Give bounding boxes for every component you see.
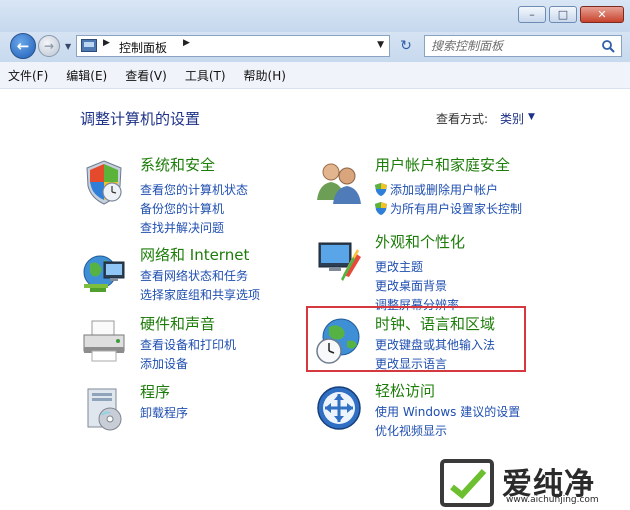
control-panel-content: 调整计算机的设置 查看方式: 类别 ▼ 系统和安全 查看您的计算机状态 备份您的…	[0, 89, 630, 510]
navigation-bar: ← → ▼ ▶ 控制面板 ▶ ▼ ↻	[0, 32, 630, 62]
address-bar[interactable]: ▶ 控制面板 ▶ ▼	[76, 35, 390, 57]
link-label[interactable]: 为所有用户设置家长控制	[390, 202, 522, 216]
minimize-button[interactable]: –	[518, 6, 546, 23]
link-label[interactable]: 添加或删除用户帐户	[390, 183, 498, 197]
category-title[interactable]: 硬件和声音	[140, 313, 215, 334]
link-parental-controls[interactable]: 为所有用户设置家长控制	[375, 200, 522, 217]
menu-tools[interactable]: 工具(T)	[185, 67, 226, 84]
link-view-computer-status[interactable]: 查看您的计算机状态	[140, 181, 248, 198]
link-view-network-status[interactable]: 查看网络状态和任务	[140, 267, 248, 284]
menu-edit[interactable]: 编辑(E)	[66, 67, 107, 84]
back-arrow-icon: ←	[16, 37, 30, 55]
search-input[interactable]	[431, 37, 591, 55]
link-add-device[interactable]: 添加设备	[140, 355, 188, 372]
close-button[interactable]: ✕	[580, 6, 624, 23]
uac-shield-icon	[375, 183, 387, 196]
menu-bar: 文件(F) 编辑(E) 查看(V) 工具(T) 帮助(H)	[0, 62, 630, 89]
link-windows-recommended-settings[interactable]: 使用 Windows 建议的设置	[375, 403, 520, 420]
category-title[interactable]: 轻松访问	[375, 380, 435, 401]
printer-icon[interactable]	[80, 317, 128, 365]
link-uninstall-program[interactable]: 卸载程序	[140, 404, 188, 421]
uac-shield-icon	[375, 202, 387, 215]
minimize-icon: –	[529, 8, 535, 21]
control-panel-icon	[81, 39, 97, 52]
link-change-desktop-background[interactable]: 更改桌面背景	[375, 277, 447, 294]
forward-button[interactable]: →	[38, 35, 60, 57]
users-icon[interactable]	[315, 158, 363, 206]
category-title[interactable]: 用户帐户和家庭安全	[375, 154, 510, 175]
ease-of-access-icon[interactable]	[315, 384, 363, 432]
view-by-dropdown-icon[interactable]: ▼	[528, 112, 535, 122]
breadcrumb-chevron-icon[interactable]: ▶	[183, 38, 190, 48]
forward-arrow-icon: →	[43, 39, 55, 53]
link-homegroup-sharing[interactable]: 选择家庭组和共享选项	[140, 286, 260, 303]
programs-icon[interactable]	[80, 385, 128, 433]
maximize-icon: □	[557, 8, 569, 21]
back-button[interactable]: ←	[10, 33, 36, 59]
link-backup-computer[interactable]: 备份您的计算机	[140, 200, 224, 217]
maximize-button[interactable]: □	[549, 6, 577, 23]
address-dropdown-icon[interactable]: ▼	[377, 40, 384, 50]
shield-icon[interactable]	[80, 158, 128, 206]
page-title: 调整计算机的设置	[80, 110, 201, 128]
network-globe-icon[interactable]	[80, 248, 128, 296]
link-optimize-video-display[interactable]: 优化视频显示	[375, 422, 447, 439]
menu-view[interactable]: 查看(V)	[125, 67, 167, 84]
link-find-fix-problems[interactable]: 查找并解决问题	[140, 219, 224, 236]
category-title[interactable]: 程序	[140, 381, 170, 402]
monitor-paint-icon[interactable]	[315, 235, 363, 283]
view-by-label: 查看方式:	[436, 112, 489, 126]
close-icon: ✕	[597, 8, 607, 21]
breadcrumb-chevron-icon[interactable]: ▶	[103, 38, 110, 48]
window-title-bar: – □ ✕	[0, 0, 630, 32]
watermark-url: www.aichunjing.com	[506, 495, 599, 505]
watermark-logo-icon	[440, 459, 494, 507]
breadcrumb-control-panel[interactable]: 控制面板	[119, 39, 167, 56]
link-add-remove-accounts[interactable]: 添加或删除用户帐户	[375, 181, 498, 198]
category-title[interactable]: 网络和 Internet	[140, 244, 249, 265]
menu-help[interactable]: 帮助(H)	[244, 67, 286, 84]
search-box[interactable]	[424, 35, 622, 57]
link-view-devices-printers[interactable]: 查看设备和打印机	[140, 336, 236, 353]
watermark: 爱纯净 www.aichunjing.com	[440, 459, 626, 507]
refresh-button[interactable]: ↻	[394, 35, 418, 57]
highlight-box	[306, 306, 526, 372]
view-by-dropdown[interactable]: 类别	[500, 110, 524, 127]
window-controls: – □ ✕	[518, 6, 624, 23]
menu-file[interactable]: 文件(F)	[8, 67, 48, 84]
category-title[interactable]: 外观和个性化	[375, 231, 465, 252]
refresh-icon: ↻	[400, 38, 412, 54]
category-title[interactable]: 系统和安全	[140, 154, 215, 175]
link-change-theme[interactable]: 更改主题	[375, 258, 423, 275]
checkmark-icon	[450, 468, 487, 500]
search-icon[interactable]	[601, 39, 615, 53]
recent-pages-dropdown-icon[interactable]: ▼	[65, 42, 71, 51]
